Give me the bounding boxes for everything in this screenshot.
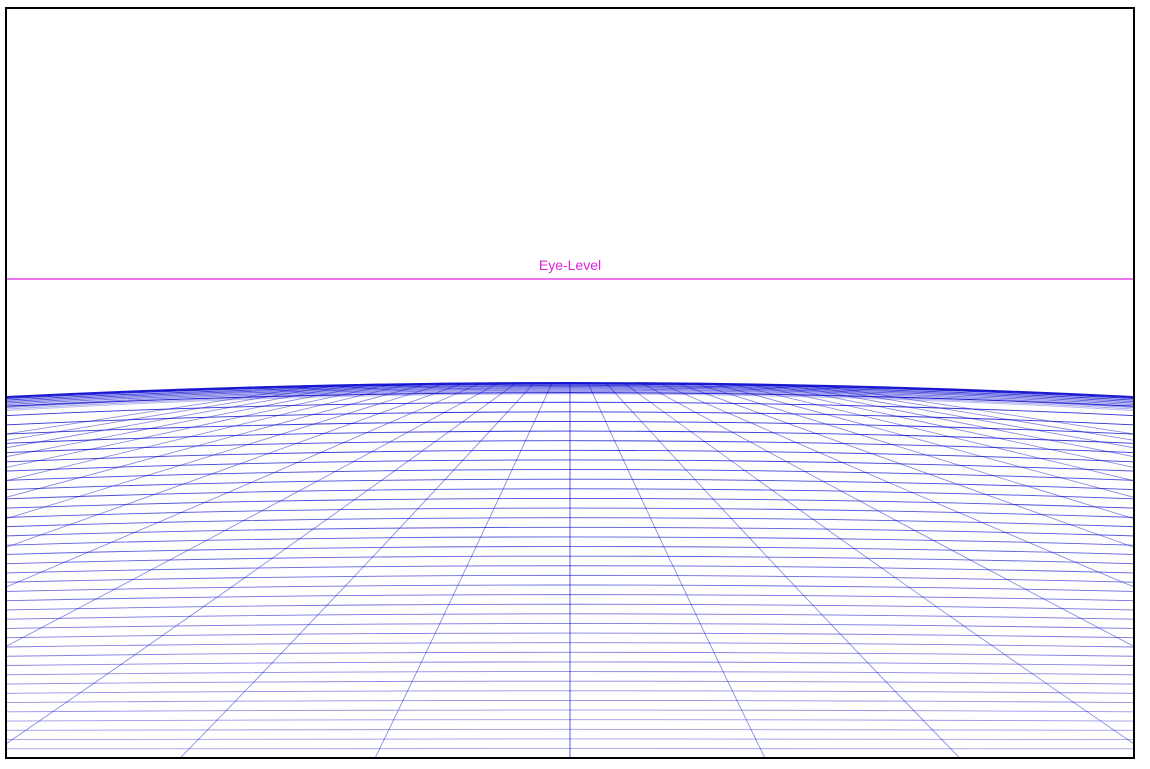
- ground-grid: [7, 382, 1133, 757]
- eye-level-label: Eye-Level: [539, 257, 601, 273]
- perspective-canvas: Eye-Level: [7, 257, 1133, 757]
